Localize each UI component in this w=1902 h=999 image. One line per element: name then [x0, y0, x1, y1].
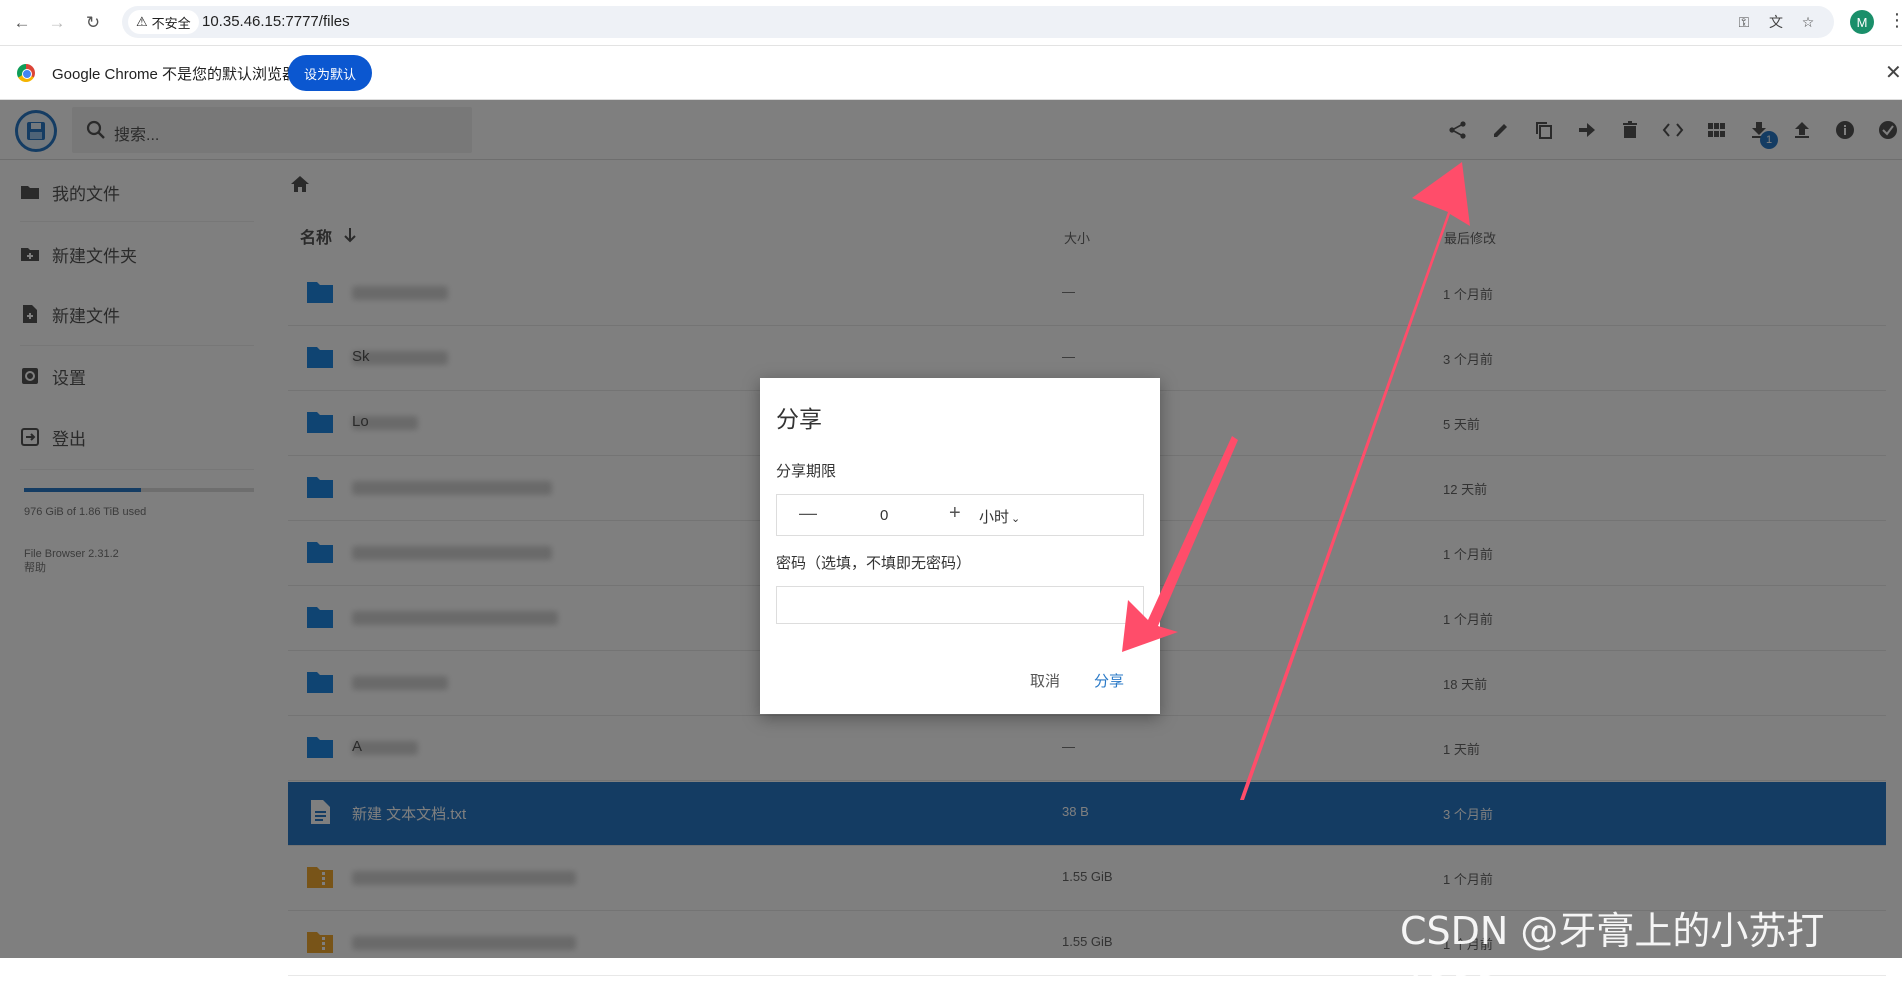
chrome-logo-icon: [17, 64, 35, 82]
duration-label: 分享期限: [776, 463, 837, 480]
watermark-text: CSDN @牙膏上的小苏打2333: [1400, 909, 1825, 999]
password-field[interactable]: [776, 586, 1144, 624]
back-icon[interactable]: ←: [11, 12, 33, 34]
infobar-message: Google Chrome 不是您的默认浏览器: [52, 66, 298, 83]
share-dialog: 分享 分享期限 — 0 + 小时 ⌄ 密码（选填，不填即无密码） 取消 分享: [760, 378, 1160, 714]
forward-icon[interactable]: →: [46, 12, 68, 34]
url-text[interactable]: 10.35.46.15:7777/files: [202, 13, 350, 30]
unit-label: 小时: [979, 509, 1010, 526]
share-confirm-button[interactable]: 分享: [1094, 670, 1124, 691]
decrement-button[interactable]: —: [799, 503, 817, 524]
more-menu-icon[interactable]: ⋮: [1888, 10, 1902, 31]
address-bar[interactable]: ⚠ 不安全 10.35.46.15:7777/files ⚿ 文 ☆: [122, 6, 1834, 38]
bookmark-star-icon[interactable]: ☆: [1798, 12, 1818, 32]
dialog-title: 分享: [776, 406, 822, 432]
chevron-down-icon: ⌄: [1011, 513, 1021, 525]
increment-button[interactable]: +: [949, 502, 961, 525]
password-label: 密码（选填，不填即无密码）: [776, 555, 972, 572]
insecure-label: 不安全: [151, 15, 191, 31]
duration-stepper: — 0 + 小时 ⌄: [776, 494, 1144, 536]
set-default-button[interactable]: 设为默认: [288, 55, 372, 91]
browser-toolbar: ← → ↻ ⚠ 不安全 10.35.46.15:7777/files ⚿ 文 ☆…: [0, 0, 1902, 46]
cancel-button[interactable]: 取消: [1030, 670, 1060, 691]
close-icon[interactable]: ✕: [1885, 60, 1902, 85]
profile-avatar[interactable]: M: [1850, 10, 1874, 34]
duration-input[interactable]: 0: [880, 507, 888, 524]
security-chip[interactable]: ⚠ 不安全: [128, 10, 199, 34]
password-key-icon[interactable]: ⚿: [1734, 12, 1754, 32]
reload-icon[interactable]: ↻: [82, 12, 104, 34]
default-browser-infobar: Google Chrome 不是您的默认浏览器 设为默认 ✕: [0, 46, 1902, 100]
warning-icon: ⚠: [136, 14, 148, 29]
duration-unit-select[interactable]: 小时 ⌄: [979, 506, 1020, 527]
translate-icon[interactable]: 文: [1766, 12, 1786, 32]
